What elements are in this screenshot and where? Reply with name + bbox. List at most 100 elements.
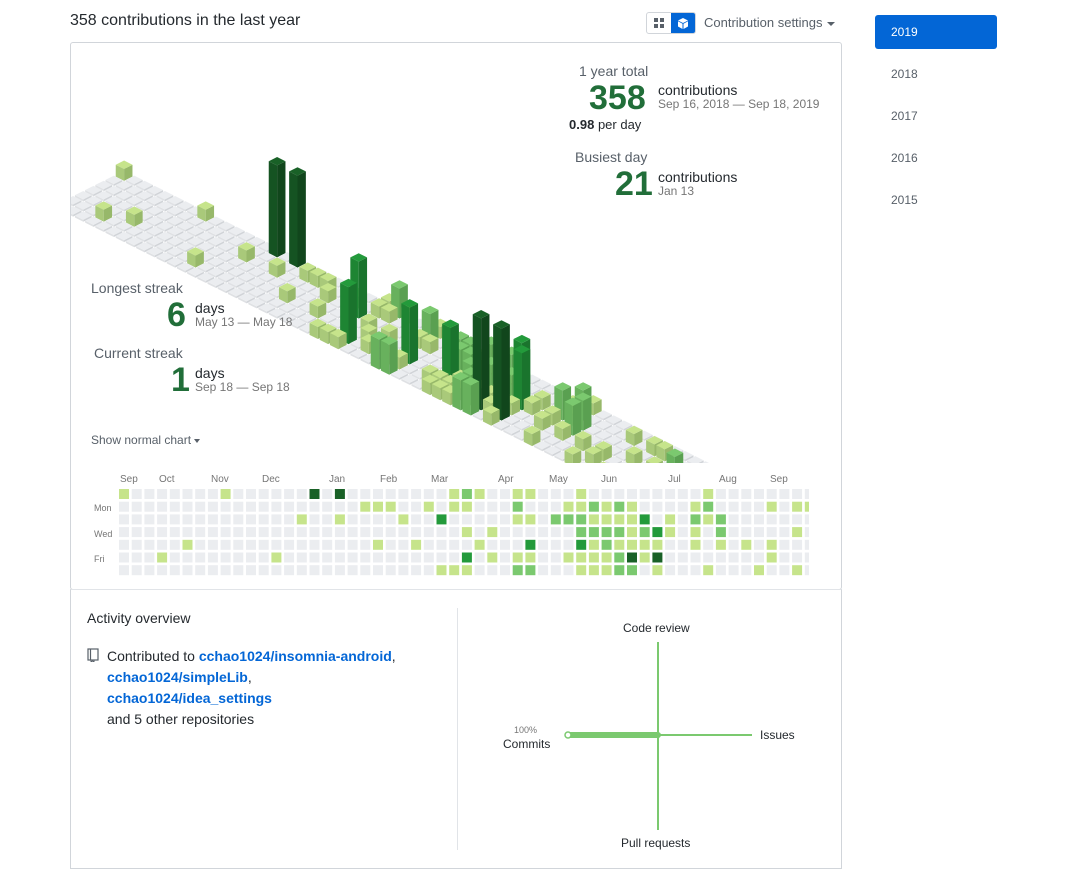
contribution-day[interactable]	[551, 527, 561, 537]
year-link-2015[interactable]: 2015	[875, 183, 997, 217]
contribution-day[interactable]	[754, 514, 764, 524]
contribution-day[interactable]	[348, 553, 358, 563]
contribution-day[interactable]	[462, 553, 472, 563]
contribution-day[interactable]	[449, 553, 459, 563]
contribution-day[interactable]	[233, 514, 243, 524]
contribution-day[interactable]	[208, 527, 218, 537]
contribution-day[interactable]	[589, 553, 599, 563]
contribution-day[interactable]	[627, 527, 637, 537]
contribution-day[interactable]	[373, 553, 383, 563]
contribution-day[interactable]	[678, 527, 688, 537]
contribution-day[interactable]	[208, 540, 218, 550]
contribution-day[interactable]	[259, 527, 269, 537]
contribution-day[interactable]	[183, 527, 193, 537]
contribution-day[interactable]	[297, 553, 307, 563]
contribution-day[interactable]	[576, 540, 586, 550]
contribution-day[interactable]	[157, 553, 167, 563]
contribution-day[interactable]	[716, 553, 726, 563]
contribution-day[interactable]	[729, 553, 739, 563]
contribution-day[interactable]	[157, 502, 167, 512]
contribution-day[interactable]	[360, 502, 370, 512]
contribution-day[interactable]	[310, 502, 320, 512]
contribution-day[interactable]	[411, 502, 421, 512]
contribution-day[interactable]	[348, 565, 358, 575]
contribution-day[interactable]	[614, 489, 624, 499]
contribution-day[interactable]	[589, 514, 599, 524]
contribution-day[interactable]	[805, 502, 809, 512]
contribution-day[interactable]	[348, 489, 358, 499]
contribution-day[interactable]	[119, 514, 129, 524]
contribution-bar[interactable]	[493, 320, 510, 420]
contribution-day[interactable]	[310, 565, 320, 575]
contribution-day[interactable]	[805, 553, 809, 563]
contribution-day[interactable]	[805, 514, 809, 524]
contribution-day[interactable]	[792, 514, 802, 524]
contribution-day[interactable]	[373, 565, 383, 575]
contribution-day[interactable]	[602, 527, 612, 537]
contribution-day[interactable]	[119, 565, 129, 575]
contribution-day[interactable]	[627, 489, 637, 499]
contribution-day[interactable]	[513, 565, 523, 575]
contribution-day[interactable]	[259, 553, 269, 563]
contribution-day[interactable]	[322, 502, 332, 512]
contribution-day[interactable]	[348, 502, 358, 512]
contribution-day[interactable]	[297, 514, 307, 524]
contribution-day[interactable]	[564, 502, 574, 512]
contribution-day[interactable]	[462, 514, 472, 524]
contribution-day[interactable]	[500, 489, 510, 499]
contribution-day[interactable]	[475, 527, 485, 537]
contribution-day[interactable]	[424, 489, 434, 499]
contribution-day[interactable]	[233, 527, 243, 537]
year-link-2017[interactable]: 2017	[875, 99, 997, 133]
contribution-day[interactable]	[170, 565, 180, 575]
contribution-day[interactable]	[335, 565, 345, 575]
contribution-day[interactable]	[119, 489, 129, 499]
contribution-day[interactable]	[437, 502, 447, 512]
contribution-day[interactable]	[525, 553, 535, 563]
contribution-day[interactable]	[564, 565, 574, 575]
contribution-day[interactable]	[373, 502, 383, 512]
contribution-day[interactable]	[322, 489, 332, 499]
contribution-day[interactable]	[729, 514, 739, 524]
contribution-day[interactable]	[627, 502, 637, 512]
grid-view-button[interactable]	[647, 13, 671, 33]
contribution-day[interactable]	[487, 565, 497, 575]
contribution-day[interactable]	[208, 565, 218, 575]
contribution-day[interactable]	[449, 489, 459, 499]
contribution-day[interactable]	[640, 540, 650, 550]
contribution-day[interactable]	[475, 489, 485, 499]
contribution-settings-dropdown[interactable]: Contribution settings	[704, 15, 835, 30]
contribution-day[interactable]	[500, 565, 510, 575]
contribution-day[interactable]	[271, 489, 281, 499]
contribution-day[interactable]	[741, 527, 751, 537]
contribution-day[interactable]	[513, 553, 523, 563]
contribution-day[interactable]	[411, 540, 421, 550]
contribution-day[interactable]	[767, 540, 777, 550]
contribution-day[interactable]	[398, 565, 408, 575]
contribution-day[interactable]	[424, 553, 434, 563]
contribution-day[interactable]	[360, 527, 370, 537]
contribution-day[interactable]	[640, 565, 650, 575]
contribution-day[interactable]	[665, 502, 675, 512]
contribution-day[interactable]	[297, 527, 307, 537]
contribution-day[interactable]	[678, 502, 688, 512]
contribution-day[interactable]	[119, 540, 129, 550]
contribution-day[interactable]	[132, 502, 142, 512]
contribution-day[interactable]	[411, 489, 421, 499]
contribution-day[interactable]	[614, 565, 624, 575]
contribution-day[interactable]	[500, 527, 510, 537]
contribution-day[interactable]	[157, 527, 167, 537]
contribution-day[interactable]	[246, 514, 256, 524]
contribution-day[interactable]	[360, 553, 370, 563]
contribution-day[interactable]	[284, 514, 294, 524]
contribution-day[interactable]	[792, 553, 802, 563]
contribution-day[interactable]	[437, 527, 447, 537]
contribution-day[interactable]	[449, 527, 459, 537]
contribution-day[interactable]	[754, 540, 764, 550]
contribution-day[interactable]	[767, 527, 777, 537]
contribution-day[interactable]	[767, 553, 777, 563]
contribution-day[interactable]	[487, 514, 497, 524]
contribution-day[interactable]	[538, 565, 548, 575]
contribution-day[interactable]	[487, 502, 497, 512]
contribution-day[interactable]	[640, 489, 650, 499]
